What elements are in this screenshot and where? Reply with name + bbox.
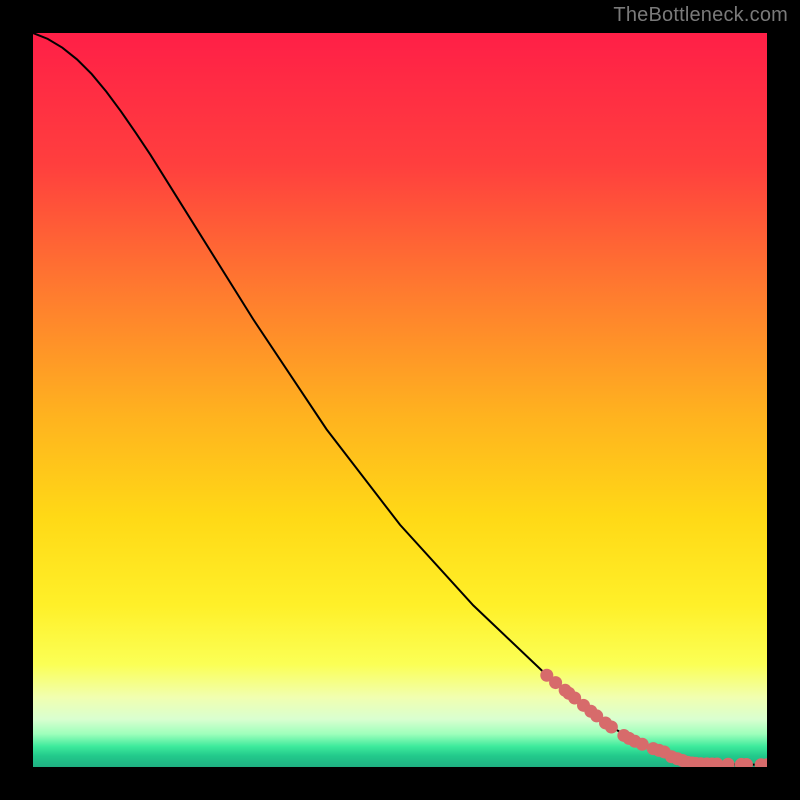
watermark-text: TheBottleneck.com [613, 4, 788, 27]
plot-area [33, 33, 767, 767]
data-point [605, 721, 618, 734]
chart-frame: TheBottleneck.com [0, 0, 800, 800]
chart-svg [33, 33, 767, 767]
